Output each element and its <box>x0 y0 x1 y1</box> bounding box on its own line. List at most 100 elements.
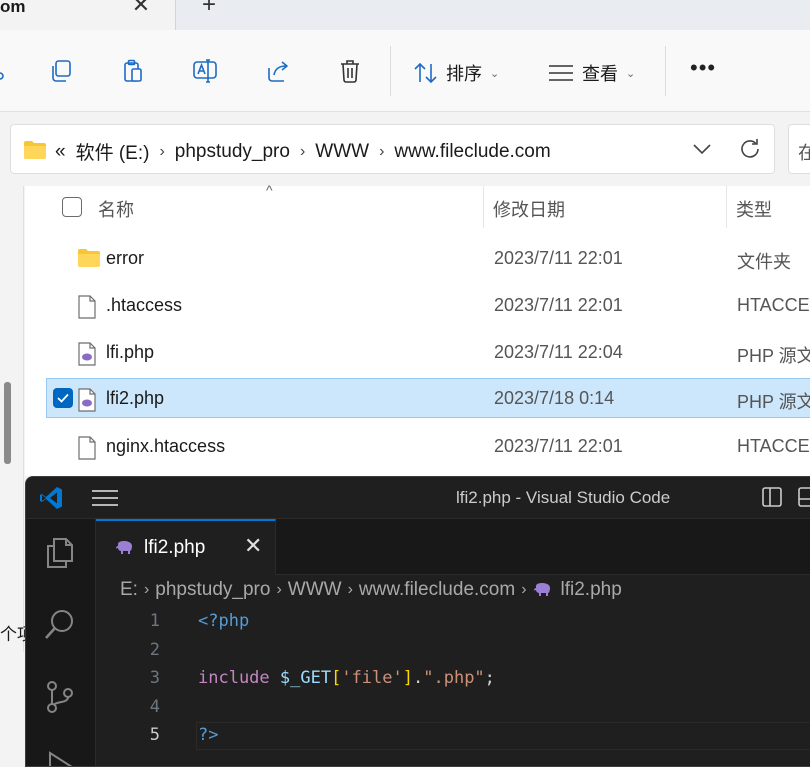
breadcrumb-sep: › <box>143 581 150 598</box>
explorer-tab-title: om <box>0 0 26 16</box>
php-open-tag: <?php <box>198 611 250 631</box>
chevron-down-icon: ⌄ <box>626 67 636 80</box>
breadcrumb-sep: › <box>347 581 353 598</box>
search-icon[interactable] <box>42 607 78 643</box>
breadcrumb-sep: › <box>299 142 306 160</box>
file-row[interactable]: .htaccess 2023/7/11 22:01 HTACCESS <box>46 285 810 325</box>
cut-icon[interactable] <box>0 54 12 88</box>
php-elephant-icon <box>116 541 132 554</box>
breadcrumb-item-drive[interactable]: 软件 (E:) <box>76 138 150 165</box>
view-button[interactable]: 查看 ⌄ <box>548 60 635 86</box>
line-number: 2 <box>149 640 160 660</box>
tab-lfi2-php[interactable]: lfi2.php ✕ <box>96 519 276 575</box>
row-checkbox[interactable] <box>53 388 73 408</box>
string-file: 'file' <box>341 668 403 688</box>
file-date: 2023/7/18 0:14 <box>494 388 615 408</box>
file-type: HTACCESS <box>737 436 810 456</box>
code-line: ?> <box>198 725 218 745</box>
code-editor[interactable]: 1 2 3 4 5 <?php include $_GET['file'].".… <box>96 605 810 766</box>
breadcrumb-item-www[interactable]: WWW <box>315 141 369 163</box>
folder-icon <box>78 249 100 267</box>
breadcrumb-item[interactable]: WWW <box>288 579 342 601</box>
current-line-highlight <box>196 722 810 750</box>
bracket-close: ] <box>402 668 413 688</box>
file-date: 2023/7/11 22:01 <box>494 436 623 456</box>
source-control-icon[interactable] <box>42 679 78 715</box>
file-icon <box>78 295 96 319</box>
copy-icon[interactable] <box>44 54 78 88</box>
tab-label: lfi2.php <box>144 537 206 558</box>
close-icon[interactable]: ✕ <box>244 535 262 557</box>
toggle-sidebar-icon[interactable] <box>762 487 782 507</box>
explorer-toolbar: 排序 ⌄ 查看 ⌄ ••• <box>0 30 810 112</box>
php-file-icon <box>78 342 96 366</box>
toggle-panel-icon[interactable] <box>798 487 810 507</box>
more-options-icon[interactable]: ••• <box>690 57 716 79</box>
vscode-titlebar: lfi2.php - Visual Studio Code <box>26 477 810 519</box>
vscode-window: lfi2.php - Visual Studio Code lfi2.php ✕… <box>25 476 810 767</box>
column-header-row: 名称 ^ 修改日期 类型 <box>25 182 810 228</box>
close-icon[interactable]: ✕ <box>131 0 151 16</box>
toolbar-divider <box>390 46 391 96</box>
share-icon[interactable] <box>261 54 295 88</box>
line-number: 1 <box>149 611 160 631</box>
chevron-down-icon[interactable] <box>691 138 713 160</box>
breadcrumb-item-phpstudy[interactable]: phpstudy_pro <box>175 141 290 163</box>
breadcrumb-item-site[interactable]: www.fileclude.com <box>394 141 550 163</box>
column-header-date[interactable]: 修改日期 <box>493 196 565 222</box>
folder-icon <box>24 141 46 159</box>
navigation-pane: 个项目 <box>0 186 51 652</box>
editor-tab-bar: lfi2.php ✕ <box>96 519 810 575</box>
file-date: 2023/7/11 22:01 <box>494 248 623 268</box>
php-elephant-icon <box>533 583 550 596</box>
breadcrumb-item[interactable]: E: <box>120 579 138 601</box>
column-header-type[interactable]: 类型 <box>736 196 772 222</box>
breadcrumb-item[interactable]: www.fileclude.com <box>359 579 515 601</box>
refresh-icon[interactable] <box>738 137 762 161</box>
rename-icon[interactable] <box>188 54 222 88</box>
sort-icon <box>414 62 437 84</box>
file-type: HTACCESS <box>737 295 810 315</box>
explorer-tab[interactable]: om ✕ <box>0 0 176 30</box>
file-icon <box>78 436 96 460</box>
activity-bar <box>26 519 96 767</box>
hamburger-menu-icon[interactable] <box>92 489 118 507</box>
file-date: 2023/7/11 22:01 <box>494 295 623 315</box>
sort-button[interactable]: 排序 ⌄ <box>414 60 499 86</box>
address-bar[interactable]: « 软件 (E:) › phpstudy_pro › WWW › www.fil… <box>10 124 775 174</box>
search-input[interactable]: 在 <box>788 124 810 174</box>
new-tab-icon[interactable]: + <box>202 0 216 17</box>
breadcrumb-item[interactable]: lfi2.php <box>561 579 622 601</box>
breadcrumb-sep: › <box>379 142 385 160</box>
concat-operator: . <box>413 668 424 688</box>
file-row[interactable]: lfi.php 2023/7/11 22:04 PHP 源文 <box>46 332 810 372</box>
scrollbar[interactable] <box>4 382 11 464</box>
checkmark-icon <box>57 393 69 403</box>
breadcrumb-sep: › <box>521 581 527 598</box>
line-number: 5 <box>149 725 160 745</box>
explorer-files-icon[interactable] <box>42 535 78 571</box>
php-file-icon <box>78 388 96 412</box>
select-all-checkbox[interactable] <box>62 197 82 217</box>
file-name: .htaccess <box>106 295 183 315</box>
file-row[interactable]: error 2023/7/11 22:01 文件夹 <box>46 238 810 278</box>
file-row-selected[interactable]: lfi2.php 2023/7/18 0:14 PHP 源文 <box>46 378 810 418</box>
column-divider[interactable] <box>726 186 727 228</box>
code-line: <?php <box>198 611 249 631</box>
column-divider[interactable] <box>483 186 484 228</box>
paste-icon[interactable] <box>116 54 150 88</box>
breadcrumb-item[interactable]: phpstudy_pro <box>155 579 270 601</box>
code-line: include $_GET['file'].".php"; <box>198 668 495 688</box>
php-close-tag: ?> <box>198 725 219 745</box>
run-debug-icon[interactable] <box>42 749 78 767</box>
variable-get: $_GET <box>269 668 332 688</box>
breadcrumb-overflow[interactable]: « <box>55 141 66 163</box>
delete-icon[interactable] <box>333 54 367 88</box>
column-header-name[interactable]: 名称 <box>98 196 134 222</box>
sort-up-icon: ^ <box>266 182 273 198</box>
file-name: error <box>106 248 145 268</box>
file-type: 文件夹 <box>737 252 791 272</box>
file-name: lfi2.php <box>106 388 165 408</box>
breadcrumb: « 软件 (E:) › phpstudy_pro › WWW › www.fil… <box>55 138 551 165</box>
file-row[interactable]: nginx.htaccess 2023/7/11 22:01 HTACCESS <box>46 426 810 466</box>
